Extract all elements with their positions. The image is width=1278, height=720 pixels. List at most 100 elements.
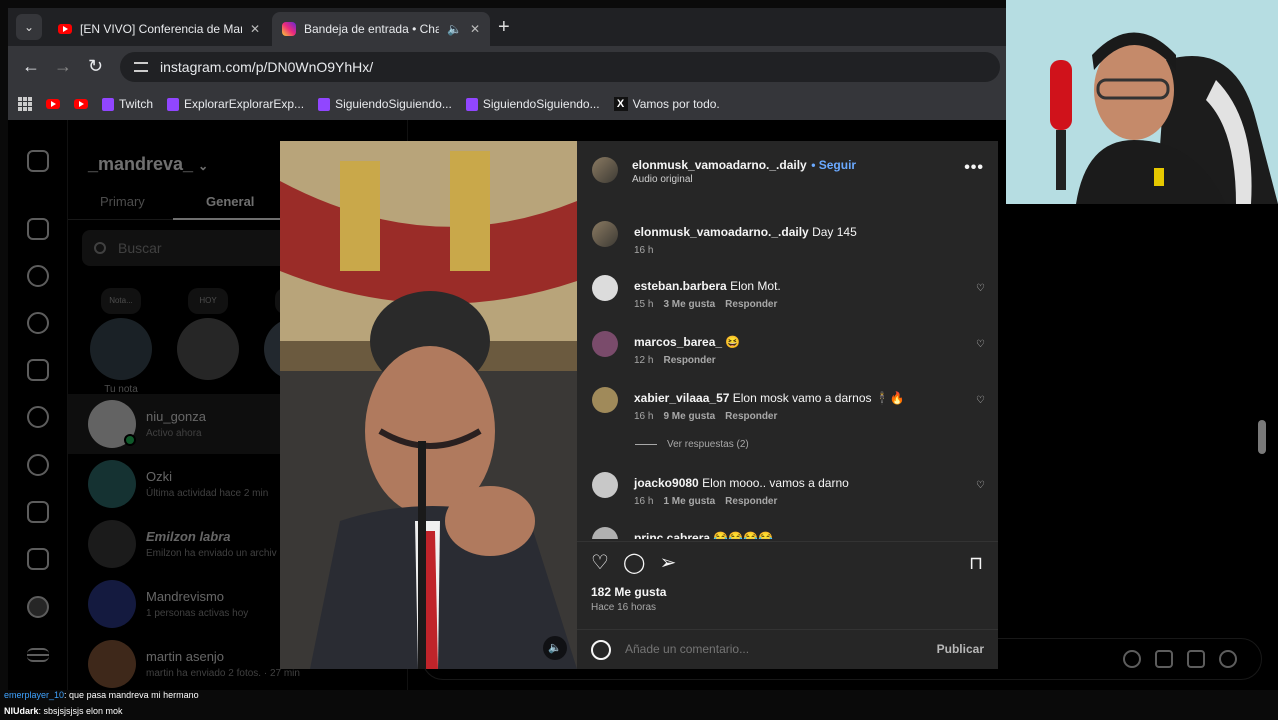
reply-button[interactable]: Responder bbox=[663, 355, 715, 366]
comment-time: 16 h bbox=[634, 411, 654, 422]
dot-separator: • bbox=[811, 158, 819, 172]
twitch-icon bbox=[465, 97, 478, 111]
dashboard-icon[interactable] bbox=[27, 548, 49, 570]
bookmark-siguiendo-1[interactable]: SiguiendoSiguiendo... bbox=[318, 97, 452, 111]
chat-subtitle: martin ha enviado 2 fotos. · 27 min bbox=[146, 668, 300, 679]
bookmark-label: Vamos por todo. bbox=[632, 97, 720, 111]
avatar[interactable] bbox=[592, 275, 618, 301]
comment-text: Elon mooo.. vamos a darno bbox=[702, 476, 849, 490]
instagram-logo-icon[interactable] bbox=[27, 150, 49, 172]
like-heart-icon[interactable]: ♡ bbox=[589, 552, 611, 574]
bookmark-youtube-2[interactable] bbox=[74, 99, 88, 109]
bookmark-youtube-1[interactable] bbox=[46, 99, 60, 109]
comment-username[interactable]: esteban.barbera bbox=[634, 279, 727, 293]
note-bubble: Nota... bbox=[101, 288, 141, 314]
reply-button[interactable]: Responder bbox=[725, 411, 777, 422]
emoji-icon[interactable] bbox=[591, 640, 611, 660]
speaker-icon[interactable]: 🔈 bbox=[447, 22, 462, 36]
heart-icon[interactable] bbox=[1219, 650, 1237, 668]
chat-subtitle: Última actividad hace 2 min bbox=[146, 488, 269, 499]
new-tab-button[interactable]: + bbox=[498, 16, 510, 39]
tab-search-button[interactable]: ⌄ bbox=[16, 14, 42, 40]
sticker-icon[interactable] bbox=[1187, 650, 1205, 668]
tab-primary[interactable]: Primary bbox=[100, 194, 145, 209]
tab-instagram[interactable]: Bandeja de entrada • Chats 🔈 ✕ bbox=[272, 12, 490, 46]
site-info-icon[interactable] bbox=[134, 62, 148, 72]
scrollbar-thumb[interactable] bbox=[1258, 420, 1266, 454]
avatar[interactable] bbox=[592, 527, 618, 539]
note-item[interactable]: HOY bbox=[173, 288, 243, 384]
comment-username[interactable]: xabier_vilaaa_57 bbox=[634, 391, 729, 405]
avatar bbox=[90, 318, 152, 380]
avatar[interactable] bbox=[592, 387, 618, 413]
apps-grid-icon[interactable] bbox=[18, 97, 32, 111]
microphone-icon[interactable] bbox=[1123, 650, 1141, 668]
dm-account-switcher[interactable]: _mandreva_ ⌄ bbox=[88, 154, 208, 175]
comment-bubble-icon[interactable]: ◯ bbox=[623, 552, 645, 574]
author-username[interactable]: elonmusk_vamoadarno._.daily bbox=[632, 158, 807, 172]
heart-icon[interactable] bbox=[27, 454, 49, 476]
comment-time: 12 h bbox=[634, 355, 654, 366]
comment-likes[interactable]: 1 Me gusta bbox=[663, 496, 715, 507]
comment-username[interactable]: marcos_barea_ bbox=[634, 335, 722, 349]
x-logo-icon: X bbox=[613, 97, 628, 111]
avatar[interactable] bbox=[592, 331, 618, 357]
publish-button[interactable]: Publicar bbox=[937, 642, 984, 656]
mute-button[interactable]: 🔈 bbox=[543, 636, 567, 660]
twitch-icon bbox=[318, 97, 331, 111]
bookmark-siguiendo-2[interactable]: SiguiendoSiguiendo... bbox=[465, 97, 600, 111]
comment-username[interactable]: princ.cabrera bbox=[634, 531, 710, 539]
create-icon[interactable] bbox=[27, 501, 49, 523]
bookmark-icon[interactable]: ⊓ bbox=[965, 552, 987, 574]
comment-time: 16 h bbox=[634, 245, 654, 256]
author-avatar[interactable] bbox=[592, 157, 618, 183]
address-bar[interactable]: instagram.com/p/DN0WnO9YhHx/ bbox=[120, 52, 1000, 82]
tab-youtube[interactable]: [EN VIVO] Conferencia de Marc ✕ bbox=[48, 12, 270, 46]
comment-likes[interactable]: 3 Me gusta bbox=[663, 299, 715, 310]
bookmark-explorar[interactable]: ExplorarExplorarExp... bbox=[167, 97, 304, 111]
note-item[interactable]: Nota... Tu nota bbox=[86, 288, 156, 395]
screen: ⌄ [EN VIVO] Conferencia de Marc ✕ Bandej… bbox=[0, 0, 1278, 720]
search-icon[interactable] bbox=[27, 265, 49, 287]
reply-button[interactable]: Responder bbox=[725, 496, 777, 507]
more-options-icon[interactable]: ••• bbox=[964, 159, 984, 177]
follow-button[interactable]: Seguir bbox=[819, 158, 856, 172]
chat-name: martin asenjo bbox=[146, 649, 225, 664]
menu-icon[interactable] bbox=[27, 648, 49, 662]
comments-list[interactable]: elonmusk_vamoadarno._.daily Day 145 16 h… bbox=[577, 203, 998, 539]
comment-username[interactable]: joacko9080 bbox=[634, 476, 699, 490]
bookmark-twitch[interactable]: Twitch bbox=[102, 97, 153, 111]
forward-arrow-icon[interactable]: → bbox=[54, 56, 72, 77]
like-comment-icon[interactable]: ♡ bbox=[976, 480, 986, 491]
comment-username[interactable]: elonmusk_vamoadarno._.daily bbox=[634, 225, 809, 239]
like-comment-icon[interactable]: ♡ bbox=[976, 283, 986, 294]
audio-label[interactable]: Audio original bbox=[632, 174, 693, 185]
comment-likes[interactable]: 9 Me gusta bbox=[663, 411, 715, 422]
explore-icon[interactable] bbox=[27, 312, 49, 334]
post-video[interactable]: 🔈 bbox=[280, 141, 577, 669]
reload-icon[interactable]: ↻ bbox=[88, 56, 103, 77]
comment-input[interactable] bbox=[625, 642, 780, 656]
stream-chat: emerplayer_10: que pasa mandreva mi herm… bbox=[0, 688, 400, 720]
author-avatar[interactable] bbox=[592, 221, 618, 247]
comment-text: Day 145 bbox=[812, 225, 857, 239]
share-paper-plane-icon[interactable]: ➢ bbox=[657, 552, 679, 574]
image-icon[interactable] bbox=[1155, 650, 1173, 668]
like-comment-icon[interactable]: ♡ bbox=[976, 339, 986, 350]
bookmark-x[interactable]: X Vamos por todo. bbox=[613, 97, 720, 111]
back-arrow-icon[interactable]: ← bbox=[22, 56, 40, 77]
view-replies-button[interactable]: Ver respuestas (2) bbox=[635, 439, 749, 450]
avatar[interactable] bbox=[592, 472, 618, 498]
tab-close-icon[interactable]: ✕ bbox=[470, 22, 480, 36]
home-icon[interactable] bbox=[27, 218, 49, 240]
tab-general[interactable]: General bbox=[206, 194, 254, 209]
like-comment-icon[interactable]: ♡ bbox=[976, 395, 986, 406]
reply-button[interactable]: Responder bbox=[725, 299, 777, 310]
messenger-icon[interactable] bbox=[27, 406, 49, 428]
profile-avatar-icon[interactable] bbox=[27, 596, 49, 618]
reels-icon[interactable] bbox=[27, 359, 49, 381]
chat-name: Mandrevismo bbox=[146, 589, 225, 604]
tab-close-icon[interactable]: ✕ bbox=[250, 22, 260, 36]
like-count[interactable]: 182 Me gusta bbox=[591, 585, 666, 599]
chevron-down-icon: ⌄ bbox=[198, 159, 209, 173]
